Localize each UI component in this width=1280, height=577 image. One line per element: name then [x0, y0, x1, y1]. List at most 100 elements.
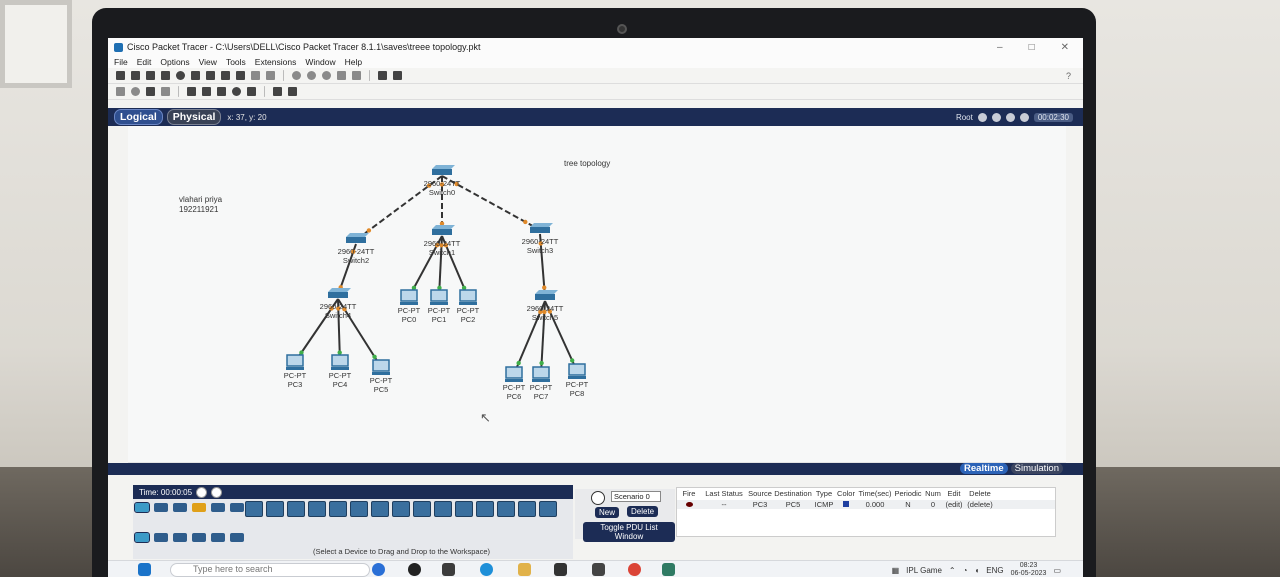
tab-simulation[interactable]: Simulation	[1010, 463, 1063, 474]
routers-icon[interactable]	[134, 532, 150, 543]
packet-tracer-taskbar-icon[interactable]	[662, 563, 675, 576]
zoom-reset-icon[interactable]	[307, 71, 316, 80]
print-icon[interactable]	[161, 71, 170, 80]
pc-icon-pc5[interactable]	[372, 359, 390, 375]
misc-icon[interactable]	[211, 503, 225, 512]
store-icon[interactable]	[554, 563, 567, 576]
resize-icon[interactable]	[161, 87, 170, 96]
redo-icon[interactable]	[266, 71, 275, 80]
edge-icon[interactable]	[480, 563, 493, 576]
device-model-icon[interactable]	[245, 501, 263, 517]
switch-icon-switch4[interactable]	[328, 288, 351, 298]
undo-icon[interactable]	[251, 71, 260, 80]
tray-chevron-icon[interactable]: ⌃	[949, 566, 956, 575]
components-icon[interactable]	[173, 503, 187, 512]
cluster-view-icon[interactable]	[991, 112, 1001, 122]
fit-icon[interactable]	[116, 87, 125, 96]
device-model-icon[interactable]	[329, 501, 347, 517]
notification-icon[interactable]: ▭	[1053, 566, 1061, 575]
wireless-icon[interactable]	[192, 533, 206, 542]
device-model-icon[interactable]	[539, 501, 557, 517]
network-info-icon[interactable]	[206, 71, 215, 80]
pc-icon-pc8[interactable]	[568, 363, 586, 379]
move-object-icon[interactable]	[1005, 112, 1015, 122]
logical-workspace[interactable]: 2960-24TT Switch0 2960-24TT Switch1 2960-24T…	[128, 126, 1066, 462]
scenario-select[interactable]: Scenario 0	[611, 491, 661, 502]
taskbar-search[interactable]: Type here to search	[170, 563, 370, 577]
pc-icon-pc0[interactable]	[400, 289, 418, 305]
mail-icon[interactable]	[592, 563, 605, 576]
pdu-cell[interactable]: (delete)	[965, 500, 995, 509]
cluster-icon[interactable]	[378, 71, 387, 80]
pc-icon-pc3[interactable]	[286, 354, 304, 370]
tab-physical[interactable]: Physical	[166, 109, 222, 125]
file-explorer-icon[interactable]	[518, 563, 531, 576]
freeform-icon[interactable]	[247, 87, 256, 96]
save-icon[interactable]	[146, 71, 155, 80]
pdu-table-row[interactable]: -- PC3 PC5 ICMP 0.000 N 0 (edit) (delete)	[677, 500, 1055, 509]
device-model-icon[interactable]	[392, 501, 410, 517]
viewport-toggle-icon[interactable]	[1019, 112, 1029, 122]
tab-logical[interactable]: Logical	[114, 109, 163, 125]
rectangle-icon[interactable]	[217, 87, 226, 96]
game-widget-icon[interactable]: ▦	[892, 566, 900, 575]
activity-wizard-icon[interactable]	[191, 71, 200, 80]
language-indicator[interactable]: ENG	[986, 566, 1003, 575]
pc-icon-pc4[interactable]	[331, 354, 349, 370]
ellipse-icon[interactable]	[232, 87, 241, 96]
custom-devices-icon[interactable]	[352, 71, 361, 80]
network-devices-icon[interactable]	[134, 502, 150, 513]
paste-icon[interactable]	[236, 71, 245, 80]
topology-canvas[interactable]: 2960-24TTSwitch02960-24TTSwitch12960-24T…	[128, 126, 1066, 462]
delete-icon[interactable]	[146, 87, 155, 96]
device-model-icon[interactable]	[413, 501, 431, 517]
switch-icon-switch1[interactable]	[432, 225, 455, 235]
drawing-palette-icon[interactable]	[337, 71, 346, 80]
scenario-info-icon[interactable]	[591, 491, 605, 505]
device-model-icon[interactable]	[287, 501, 305, 517]
power-cycle-icon[interactable]	[196, 486, 208, 498]
chrome-icon[interactable]	[628, 563, 641, 576]
new-scenario-button[interactable]: New	[595, 507, 620, 518]
note-icon[interactable]	[187, 87, 196, 96]
menu-view[interactable]: View	[199, 57, 217, 67]
pdu-cell[interactable]: (edit)	[943, 500, 965, 509]
menu-file[interactable]: File	[114, 57, 128, 67]
menu-edit[interactable]: Edit	[137, 57, 152, 67]
taskbar-clock[interactable]: 08:23 06-05-2023	[1011, 562, 1047, 577]
device-model-icon[interactable]	[266, 501, 284, 517]
device-model-icon[interactable]	[497, 501, 515, 517]
wifi-icon[interactable]: ◔	[963, 566, 968, 575]
multiuser-icon[interactable]	[230, 503, 244, 512]
note-id[interactable]: 192211921	[179, 205, 219, 214]
note-tree-topology[interactable]: tree topology	[564, 159, 610, 168]
pdu-cell[interactable]	[677, 500, 701, 509]
device-model-icon[interactable]	[455, 501, 473, 517]
device-model-icon[interactable]	[434, 501, 452, 517]
info-icon[interactable]	[176, 71, 185, 80]
search-icon[interactable]	[131, 87, 140, 96]
minimize-button[interactable]: –	[997, 42, 1003, 53]
switches-icon[interactable]	[154, 533, 168, 542]
line-icon[interactable]	[202, 87, 211, 96]
new-file-icon[interactable]	[116, 71, 125, 80]
pc-icon-pc2[interactable]	[459, 289, 477, 305]
pc-icon-pc6[interactable]	[505, 366, 523, 382]
switch-icon-switch2[interactable]	[346, 233, 369, 243]
hubs-icon[interactable]	[173, 533, 187, 542]
wan-emulation-icon[interactable]	[230, 533, 244, 542]
tab-realtime[interactable]: Realtime	[960, 463, 1008, 474]
device-model-icon[interactable]	[518, 501, 536, 517]
maximize-button[interactable]: □	[1029, 42, 1035, 53]
game-widget-label[interactable]: IPL Game	[906, 566, 942, 575]
cortana-icon[interactable]	[408, 563, 421, 576]
task-view-icon[interactable]	[442, 563, 455, 576]
menu-help[interactable]: Help	[345, 57, 362, 67]
switch-icon-switch0[interactable]	[432, 165, 455, 175]
zoom-out-icon[interactable]	[322, 71, 331, 80]
back-icon[interactable]	[977, 112, 987, 122]
delete-scenario-button[interactable]: Delete	[627, 506, 659, 517]
switch-icon-switch5[interactable]	[535, 290, 558, 300]
device-model-icon[interactable]	[308, 501, 326, 517]
add-complex-pdu-icon[interactable]	[288, 87, 297, 96]
